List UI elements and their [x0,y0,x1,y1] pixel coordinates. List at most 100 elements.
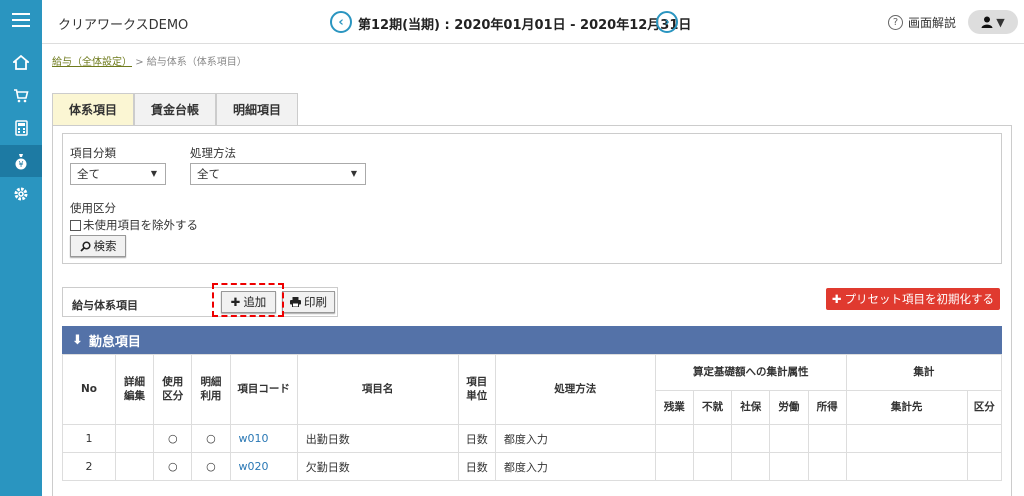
help-label: 画面解説 [908,16,957,30]
gear-icon[interactable] [0,178,42,210]
app-title: クリアワークスDEMO [58,18,189,33]
previous-period-button[interactable]: ‹ [330,11,352,33]
cell-labor [769,424,809,453]
method-select[interactable]: 全て ▼ [190,163,366,185]
cell-target [845,452,968,481]
cell-unit: 日数 [457,424,496,453]
help-link[interactable]: ? 画面解説 [888,14,956,31]
reset-preset-label: プリセット項目を初期化する [844,292,995,306]
home-icon[interactable] [0,46,42,78]
tab-system-items[interactable]: 体系項目 [52,93,135,125]
plus-icon: ✚ [831,292,842,306]
cell-division [966,424,1003,453]
category-label: 項目分類 [70,146,116,160]
col-header-name: 項目名 [296,354,459,425]
period-label: 第12期(当期) : 2020年01月01日 - 2020年12月31日 [358,18,692,33]
breadcrumb-link-payroll-settings[interactable]: 給与（全体設定） [52,57,132,68]
usage-label: 使用区分 [70,201,116,215]
arrow-down-icon: ⬇ [72,332,83,348]
breadcrumb-separator: > [135,57,144,68]
section-title: 勤怠項目 [88,334,141,350]
tab-detail-items[interactable]: 明細項目 [216,93,299,125]
col-header-overtime: 残業 [654,390,694,425]
cell-unit: 日数 [457,452,496,481]
col-header-basis-group: 算定基礎額への集計属性 [654,354,847,391]
cell-overtime [654,424,694,453]
cell-usage: ○ [153,452,193,481]
exclude-unused-checkbox[interactable] [70,219,81,231]
cell-method: 都度入力 [494,424,656,453]
exclude-unused-label: 未使用項目を除外する [83,218,198,232]
cell-method: 都度入力 [494,452,656,481]
search-button-label: 検索 [93,239,117,253]
caret-down-icon: ▼ [150,169,157,178]
col-header-detail-edit: 詳細 編集 [114,354,155,425]
col-header-aggregate-group: 集計 [845,354,1003,391]
cell-social [731,452,771,481]
cell-detail-use: ○ [191,424,231,453]
cell-labor [769,452,809,481]
add-button-highlight [212,283,284,317]
cell-detail-use: ○ [191,452,231,481]
breadcrumb: 給与（全体設定） > 給与体系（体系項目） [52,53,247,68]
cell-overtime [654,452,694,481]
cell-usage: ○ [153,424,193,453]
next-period-button[interactable]: › [656,11,678,33]
col-header-income: 所得 [807,390,847,425]
caret-down-icon: ▼ [350,169,357,178]
left-sidebar: ¥ [0,0,42,496]
reset-preset-button[interactable]: ✚ プリセット項目を初期化する [826,288,1000,310]
tab-wage-ledger[interactable]: 賃金台帳 [134,93,217,125]
items-table: No 詳細 編集 使用 区分 明細 利用 項目コード 項目名 項目 単位 処理方… [62,354,1003,481]
table-row: 1 ○ ○ w010 出勤日数 日数 都度入力 [62,424,1003,453]
money-bag-icon[interactable]: ¥ [0,145,42,177]
breadcrumb-current: 給与体系（体系項目） [146,57,247,68]
col-header-unit: 項目 単位 [457,354,496,425]
method-select-value: 全て [197,167,220,181]
method-label: 処理方法 [190,146,236,160]
tab-bar: 体系項目 賃金台帳 明細項目 [52,93,299,125]
user-icon [981,16,993,28]
table-row: 2 ○ ○ w020 欠勤日数 日数 都度入力 [62,452,1003,481]
menu-icon[interactable] [0,4,42,36]
cell-income [807,424,847,453]
cell-name: 欠勤日数 [296,452,459,481]
user-menu-button[interactable]: ▼ [968,10,1018,34]
chevron-right-icon: › [664,14,670,30]
cell-absence [692,452,733,481]
col-header-absence: 不就 [692,390,733,425]
col-header-detail-use: 明細 利用 [191,354,231,425]
category-select-value: 全て [77,167,100,181]
cart-icon[interactable] [0,79,42,111]
cell-division [966,452,1003,481]
col-header-division: 区分 [966,390,1003,425]
cell-detail-edit[interactable] [114,452,155,481]
exclude-unused-row[interactable]: 未使用項目を除外する [70,217,198,233]
cell-no: 2 [62,452,116,481]
col-header-method: 処理方法 [494,354,656,425]
col-header-labor: 労働 [769,390,809,425]
cell-income [807,452,847,481]
caret-down-icon: ▼ [996,15,1005,29]
cell-no: 1 [62,424,116,453]
cell-absence [692,424,733,453]
top-header: クリアワークスDEMO ‹ 第12期(当期) : 2020年01月01日 - 2… [42,0,1024,44]
print-button-label: 印刷 [304,295,327,309]
col-header-code: 項目コード [229,354,298,425]
print-button[interactable]: 印刷 [282,291,335,313]
cell-code-link[interactable]: w020 [229,452,298,481]
section-header-attendance[interactable]: ⬇ 勤怠項目 [62,326,1002,354]
cell-name: 出勤日数 [296,424,459,453]
col-header-no: No [62,354,116,425]
cell-social [731,424,771,453]
action-bar-label: 給与体系項目 [72,299,138,312]
calculator-icon[interactable] [0,112,42,144]
svg-text:¥: ¥ [18,160,23,169]
search-icon [79,240,91,252]
question-icon: ? [888,15,903,30]
search-button[interactable]: 検索 [70,235,126,257]
col-header-social: 社保 [731,390,771,425]
cell-code-link[interactable]: w010 [229,424,298,453]
cell-detail-edit[interactable] [114,424,155,453]
category-select[interactable]: 全て ▼ [70,163,166,185]
